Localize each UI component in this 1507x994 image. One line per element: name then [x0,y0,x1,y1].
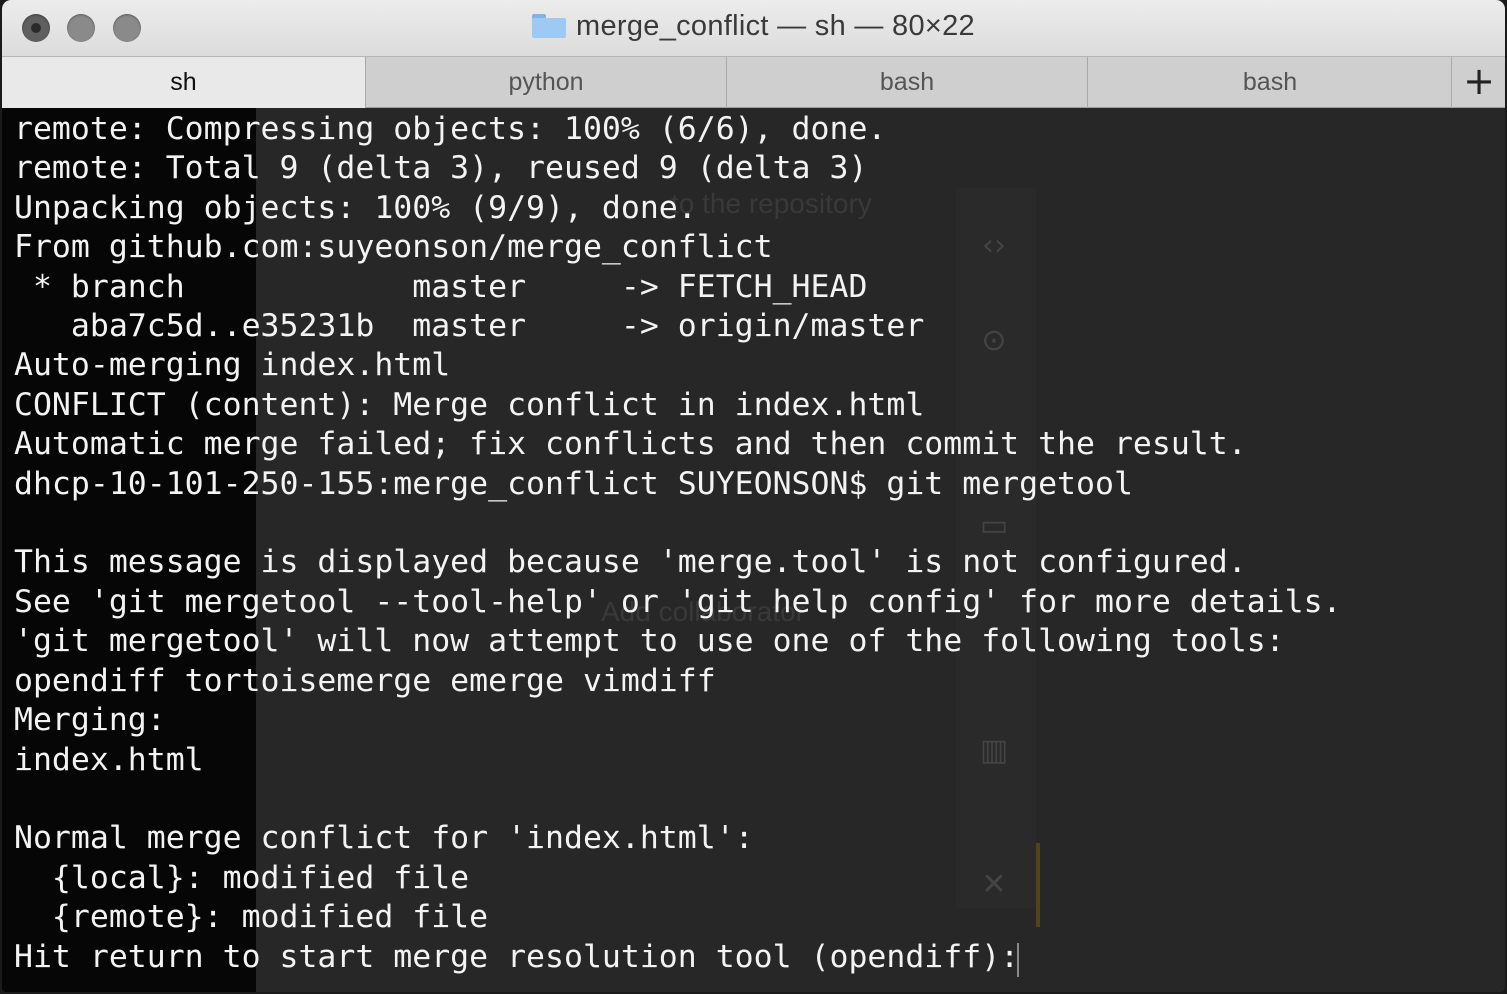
terminal-line: Auto-merging index.html [14,347,451,384]
terminal-line: dhcp-10-101-250-155:merge_conflict SUYEO… [14,465,1133,502]
terminal-line: Hit return to start merge resolution too… [14,938,1039,975]
terminal-line: From github.com:suyeonson/merge_conflict [14,229,773,266]
terminal-line: This message is displayed because 'merge… [14,544,1247,581]
terminal-line: opendiff tortoisemerge emerge vimdiff [14,662,716,699]
tab-sh[interactable]: sh [2,57,366,108]
terminal-line: aba7c5d..e35231b master -> origin/master [14,308,925,345]
terminal-line: Normal merge conflict for 'index.html': [14,820,754,857]
terminal-line: {local}: modified file [14,859,470,896]
tab-bash-2[interactable]: bash [1089,57,1452,108]
window-title-text: merge_conflict — sh — 80×22 [576,10,975,42]
terminal-line: See 'git mergetool --tool-help' or 'git … [14,583,1342,620]
tab-bar: sh python bash bash + [2,56,1505,108]
terminal-line: remote: Compressing objects: 100% (6/6),… [14,111,887,147]
window-title: merge_conflict — sh — 80×22 [2,10,1505,43]
terminal-line: {remote}: modified file [14,899,489,936]
title-bar[interactable]: merge_conflict — sh — 80×22 [2,0,1505,56]
tab-bash-1[interactable]: bash [727,57,1088,108]
terminal-line: 'git mergetool' will now attempt to use … [14,623,1285,660]
new-tab-button[interactable]: + [1453,57,1505,108]
tab-label: python [508,68,584,96]
tab-label: bash [1242,68,1298,96]
terminal-window: merge_conflict — sh — 80×22 sh python ba… [2,0,1505,992]
terminal-line: Merging: [14,702,166,739]
terminal-line: remote: Total 9 (delta 3), reused 9 (del… [14,150,868,187]
terminal-line: CONFLICT (content): Merge conflict in in… [14,386,925,423]
terminal-content[interactable]: to the repository Add collaborator ‹› ⊙ … [2,108,1505,992]
terminal-line: Unpacking objects: 100% (9/9), done. [14,189,697,226]
tab-python[interactable]: python [366,57,727,108]
tab-label: bash [879,68,935,96]
terminal-output: remote: Compressing objects: 100% (6/6),… [14,110,1342,977]
folder-icon [532,14,566,38]
terminal-line: * branch master -> FETCH_HEAD [14,268,868,305]
tab-label: sh [170,68,197,96]
text-cursor [1017,943,1019,977]
terminal-line: index.html [14,741,204,778]
terminal-line: Automatic merge failed; fix conflicts an… [14,426,1247,463]
